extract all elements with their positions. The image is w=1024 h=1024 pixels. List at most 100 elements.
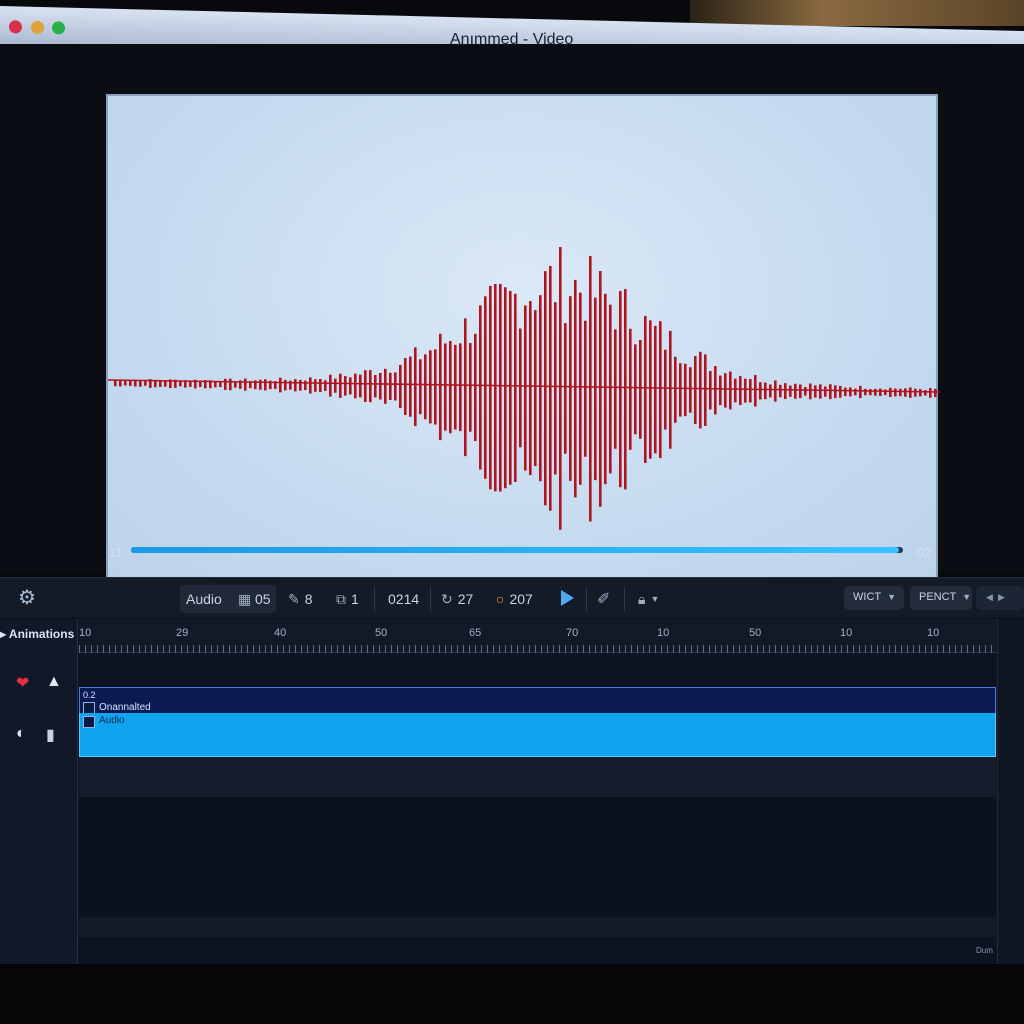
timeline-scroll-strip[interactable]	[997, 619, 1024, 964]
arrow-right-icon[interactable]: ▶	[998, 592, 1005, 602]
empty-track-lane[interactable]	[79, 757, 996, 797]
waveform-bar	[884, 389, 887, 396]
tool-loop[interactable]: ↻ 27	[441, 588, 473, 610]
waveform-bar	[199, 381, 202, 387]
waveform-bar	[114, 379, 117, 387]
waveform-bar	[784, 383, 787, 400]
waveform-bar	[779, 384, 782, 398]
waveform-bar	[549, 265, 552, 511]
lock-menu[interactable]: 🔒︎ ▼	[638, 588, 659, 610]
waveform-bar	[134, 380, 137, 387]
scrubber-start-time: 11	[108, 544, 123, 560]
waveform-bar	[354, 373, 357, 399]
audio-track-toggle[interactable]: Audio ▦ 05	[180, 585, 276, 613]
waveform-bar	[759, 382, 762, 400]
arrow-left-icon[interactable]: ◀	[986, 592, 993, 602]
waveform-bar	[569, 296, 572, 481]
waveform-bar	[379, 372, 382, 400]
tool-link[interactable]: ⧉ 1	[336, 588, 359, 610]
waveform-bar	[179, 381, 182, 387]
waveform-bar	[604, 293, 607, 485]
waveform-bar	[904, 388, 907, 397]
waveform-bar	[364, 370, 367, 402]
timeline-ruler[interactable]: 10 29 40 50 65 70 10 50 10 10	[79, 619, 997, 653]
waveform-bar	[669, 330, 672, 449]
timeline-panel: ▸ Animations ❤ ▲ ◐ ▮ 10 29 40 50 65 70 10 50 10 1…	[0, 619, 1024, 964]
waveform-bar	[629, 328, 632, 450]
waveform-bar	[264, 379, 267, 391]
tool-search[interactable]: ○ 207	[496, 588, 533, 610]
waveform-bar	[609, 304, 612, 474]
waveform-bar	[794, 383, 797, 399]
waveform-bar	[834, 385, 837, 399]
waveform-bar	[874, 388, 877, 396]
empty-timeline-area[interactable]	[79, 797, 996, 917]
waveform-bar	[714, 366, 717, 415]
waveform-bar	[284, 379, 287, 391]
waveform-bar	[384, 368, 387, 404]
waveform-bar	[274, 381, 277, 389]
waveform-bar	[464, 318, 467, 457]
waveform-bar	[879, 388, 882, 397]
waveform-bar	[559, 247, 562, 530]
waveform-bar	[259, 379, 262, 390]
playback-scrubber[interactable]	[131, 547, 903, 553]
waveform-bar	[139, 380, 142, 387]
waveform-bar	[899, 388, 902, 397]
waveform-bar	[524, 305, 527, 471]
waveform-bar	[194, 379, 197, 389]
waveform-bar	[449, 340, 452, 434]
waveform-bar	[864, 388, 867, 396]
editor-toolbar: ⚙ Audio ▦ 05 ✎ 8 ⧉ 1 0214 ↻ 27 ○ 207 ✐ 🔒…	[0, 577, 1024, 619]
waveform-bar	[689, 367, 692, 413]
waveform-bar	[299, 379, 302, 391]
ruler-ticks	[79, 645, 997, 653]
waveform-bar	[594, 297, 597, 481]
timeline-footer	[79, 917, 996, 937]
waveform-bar	[504, 287, 507, 489]
heart-icon[interactable]: ❤	[16, 673, 29, 693]
waveform-bar	[929, 387, 932, 398]
waveform-bar	[439, 333, 442, 441]
tool-brush[interactable]: ✎ 8	[288, 588, 313, 610]
waveform-bar	[624, 289, 627, 490]
video-preview-frame[interactable]	[106, 94, 940, 581]
waveform-bar	[404, 358, 407, 416]
settings-gear-icon[interactable]: ⚙	[18, 586, 36, 609]
waveform-bar	[469, 343, 472, 432]
waveform-bar	[349, 377, 352, 395]
waveform-bar	[659, 321, 662, 459]
waveform-bar	[484, 296, 487, 479]
preset-select[interactable]: PENCT ▼	[910, 586, 972, 610]
minimize-window-button[interactable]	[31, 20, 44, 35]
waveform-bar	[729, 371, 732, 410]
waveform-bar	[919, 389, 922, 397]
audio-track-icon[interactable]: ▲	[46, 673, 62, 691]
search-icon: ○	[496, 591, 505, 607]
waveform-bar	[789, 385, 792, 397]
play-button[interactable]	[559, 586, 577, 610]
audio-clip-checkbox[interactable]	[83, 716, 95, 728]
waveform-bar	[699, 351, 702, 429]
animation-clip[interactable]: 0.2 Onannalted	[79, 687, 996, 714]
audio-clip[interactable]: Audio	[79, 713, 996, 757]
close-window-button[interactable]	[9, 20, 22, 34]
waveform-bar	[324, 380, 327, 391]
waveform-bar	[189, 380, 192, 387]
maximize-window-button[interactable]	[52, 21, 65, 35]
clip-label-audio: Audio	[99, 715, 125, 726]
visibility-icon[interactable]: ◐	[16, 725, 26, 743]
view-mode-select[interactable]: WICT ▼	[844, 586, 904, 610]
waveform-bar	[544, 271, 547, 506]
waveform-bar	[309, 377, 312, 394]
waveform-bar	[744, 378, 747, 403]
waveform-bar	[814, 385, 817, 398]
page-nav-buttons[interactable]: ◀ ▶	[976, 586, 1024, 610]
waveform-bar	[574, 279, 577, 498]
waveform-bar	[174, 379, 177, 388]
toolbar-divider	[586, 587, 587, 611]
pen-icon[interactable]: ✐	[597, 588, 610, 610]
clip-icon[interactable]: ▮	[46, 725, 55, 745]
background-light	[690, 0, 1024, 26]
waveform-bar	[229, 378, 232, 391]
